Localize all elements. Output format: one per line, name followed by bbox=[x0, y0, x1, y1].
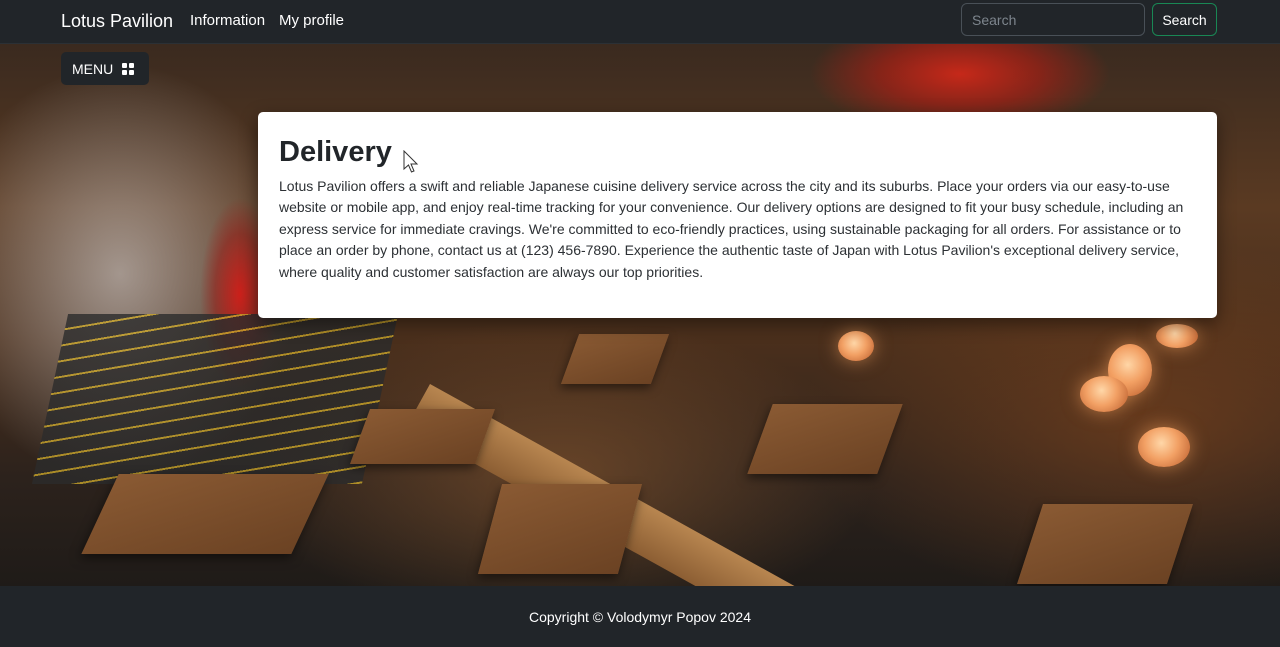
menu-button-label: MENU bbox=[72, 60, 114, 77]
mouse-cursor-icon bbox=[403, 150, 419, 173]
delivery-card: Delivery Lotus Pavilion offers a swift a… bbox=[258, 112, 1217, 318]
dining-table bbox=[747, 404, 903, 474]
lantern bbox=[838, 331, 874, 361]
search-button[interactable]: Search bbox=[1152, 3, 1217, 36]
lantern bbox=[1080, 376, 1128, 412]
top-navbar: Lotus Pavilion Information My profile Se… bbox=[0, 0, 1280, 44]
copyright-text: Copyright © Volodymyr Popov 2024 bbox=[529, 608, 751, 625]
card-title: Delivery bbox=[279, 136, 392, 168]
brand-link[interactable]: Lotus Pavilion bbox=[61, 9, 173, 33]
dining-table bbox=[560, 334, 670, 384]
grid-icon bbox=[122, 62, 135, 75]
menu-button[interactable]: MENU bbox=[61, 52, 149, 85]
dining-table bbox=[1017, 504, 1193, 584]
page-footer: Copyright © Volodymyr Popov 2024 bbox=[0, 586, 1280, 647]
nav-link-information[interactable]: Information bbox=[190, 11, 265, 31]
nav-link-my-profile[interactable]: My profile bbox=[279, 11, 344, 31]
card-body: Lotus Pavilion offers a swift and reliab… bbox=[279, 178, 1184, 280]
dining-table bbox=[349, 409, 496, 464]
staircase bbox=[31, 314, 399, 484]
lantern bbox=[1156, 324, 1198, 348]
dining-table bbox=[81, 474, 329, 554]
lantern bbox=[1138, 427, 1190, 467]
search-input[interactable] bbox=[961, 3, 1145, 36]
dining-table bbox=[477, 484, 643, 574]
